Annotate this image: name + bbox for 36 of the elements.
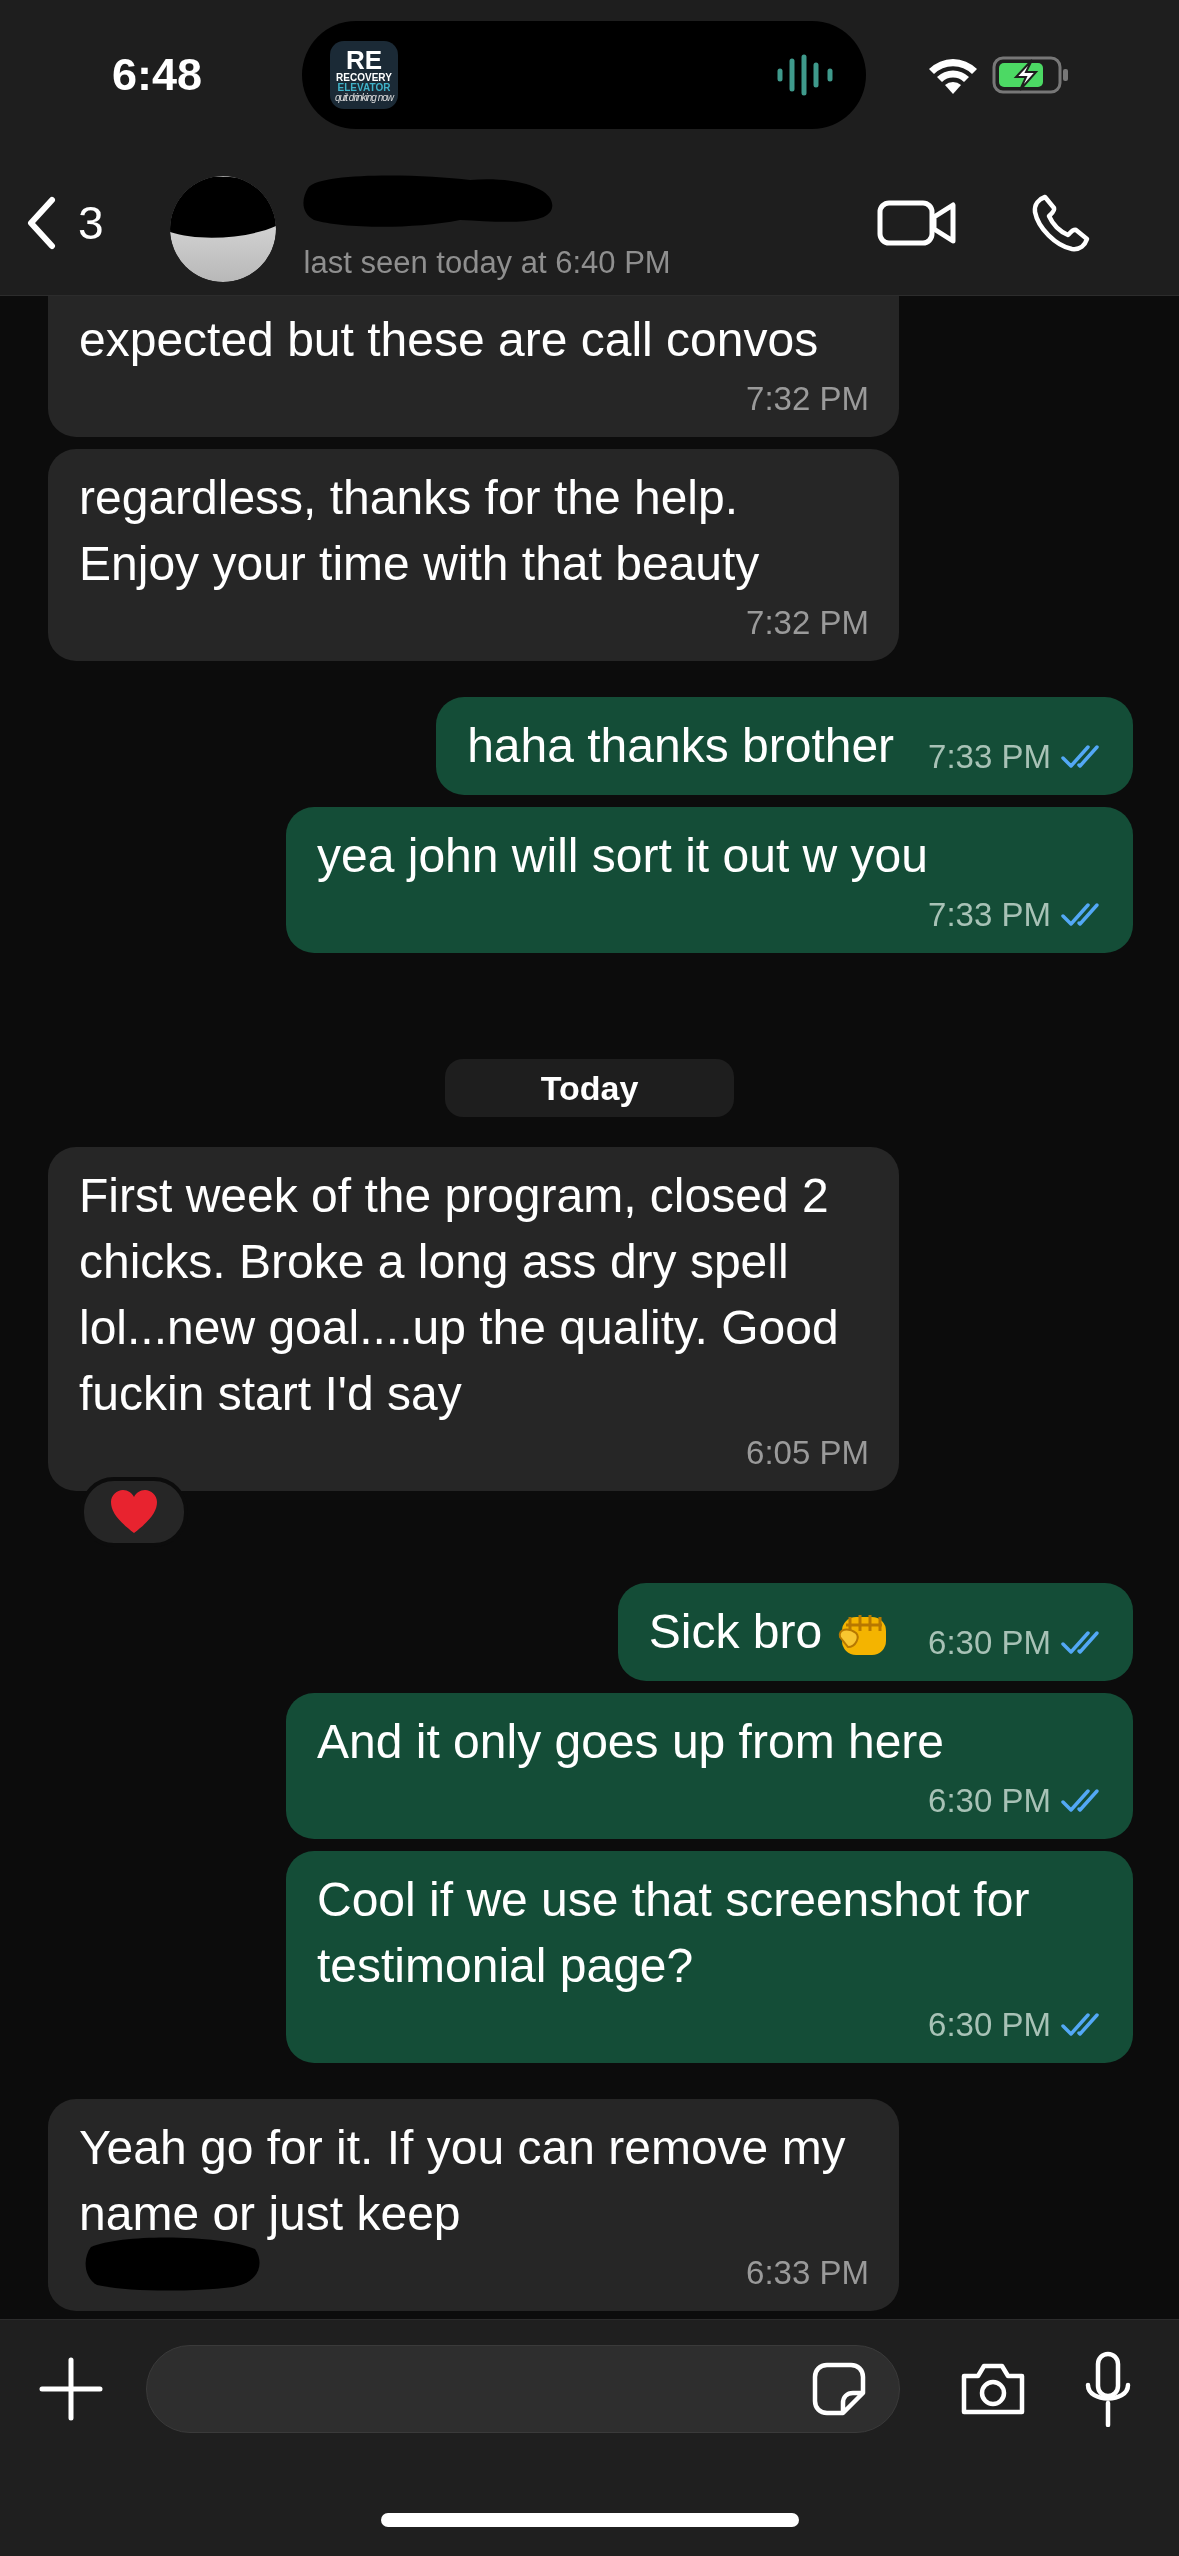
message-text: expected but these are call convos [79,312,819,368]
status-time: 6:48 [112,49,204,101]
app-monogram: RE [345,47,383,73]
app-name: ELEVATOR [337,83,391,93]
app-name: RECOVERY [336,73,392,83]
message-text: Sick bro [648,1604,823,1660]
message-time: 7:33 PM [928,895,1051,935]
message-text: And it only goes up from here [317,1714,945,1770]
message-text: Cool if we use that screenshot for testimonial page? [317,1872,1031,1994]
message-text: Yeah go for it. If you can remove my name or just keep [79,2120,847,2242]
message-time: 6:05 PM [746,1433,869,1473]
microphone-icon[interactable] [1083,2351,1133,2427]
phone-call-icon[interactable] [1031,192,1091,253]
back-chevron-icon [26,195,56,250]
message-time: 6:30 PM [928,1623,1051,1663]
battery-icon [992,56,1070,94]
sticker-icon[interactable] [811,2361,867,2417]
heart-icon [109,1489,159,1535]
message-time: 7:33 PM [928,737,1051,777]
message-text: regardless, thanks for the help. Enjoy your time with that beauty [79,470,761,592]
plus-icon[interactable] [38,2356,104,2422]
message-time: 7:32 PM [746,379,869,419]
message-time: 6:33 PM [746,2253,869,2293]
message-text: yea john will sort it out w you [317,828,928,884]
audio-wave-icon [776,53,836,97]
last-seen-status: last seen today at 6:40 PM [303,245,672,281]
message-text: haha thanks brother [467,718,895,774]
app-tagline: quit drinking now [334,93,393,103]
message-text: First week of the program, closed 2 chicks. Broke a long ass dry spell lol...new goal....up the quality. Good fuckin start I'd say [79,1168,840,1422]
back-button[interactable]: 3 [26,195,104,250]
date-divider: Today [444,1059,735,1117]
message-time: 6:30 PM [928,2005,1051,2045]
message-time: 6:30 PM [928,1781,1051,1821]
message-time: 7:32 PM [746,603,869,643]
avatar[interactable] [169,175,276,282]
wifi-icon [928,56,978,94]
